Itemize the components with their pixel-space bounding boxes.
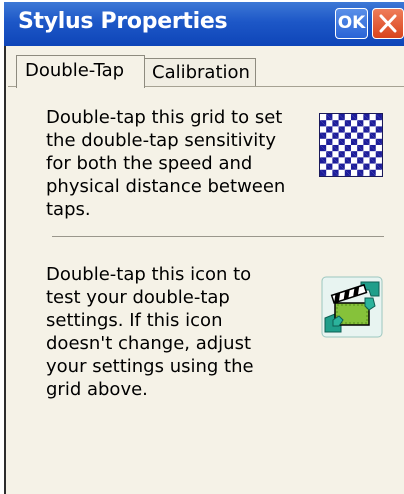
close-icon <box>379 14 397 33</box>
icon-instructions: Double-tap this icon to test your double… <box>46 264 254 400</box>
ok-button[interactable]: OK <box>335 8 368 39</box>
stylus-properties-window: Stylus Properties OK Double-Tap Calibrat… <box>0 0 404 494</box>
title-bar: Stylus Properties OK <box>4 2 404 46</box>
tab-calibration[interactable]: Calibration <box>145 58 256 86</box>
section-divider <box>52 236 384 237</box>
clapperboard-test-icon[interactable] <box>321 276 383 338</box>
tab-double-tap[interactable]: Double-Tap <box>16 55 145 88</box>
grid-instructions: Double-tap this grid to set the double-t… <box>46 107 286 220</box>
checkerboard-grid-icon[interactable] <box>319 113 383 177</box>
window-title: Stylus Properties <box>18 9 228 34</box>
close-button[interactable] <box>372 8 404 39</box>
tab-strip: Double-Tap Calibration <box>6 46 404 88</box>
dialog-body: Double-Tap Calibration Double-tap this g… <box>4 46 404 494</box>
